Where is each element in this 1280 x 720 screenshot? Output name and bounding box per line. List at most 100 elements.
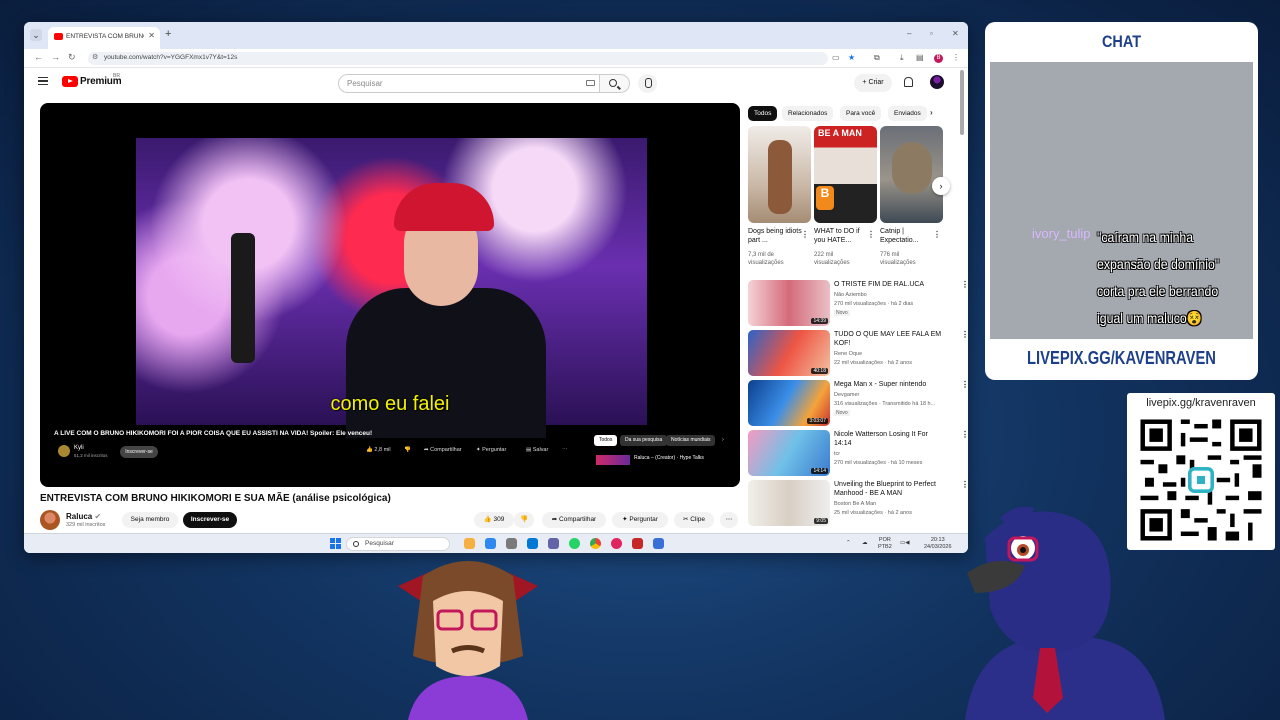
obs-icon[interactable] bbox=[611, 538, 622, 549]
account-avatar[interactable] bbox=[930, 75, 944, 89]
video-title[interactable]: O TRISTE FIM DE RAL.UCA bbox=[834, 280, 944, 289]
short-title[interactable]: Catnip | Expectatio... bbox=[880, 227, 935, 245]
overlay-next-icon[interactable]: › bbox=[722, 437, 724, 443]
voice-search-icon[interactable] bbox=[638, 74, 657, 93]
short-title[interactable]: Dogs being idiots part ... bbox=[748, 227, 803, 245]
video-thumbnail[interactable]: 9:05 bbox=[748, 480, 830, 526]
chip-all[interactable]: Todos bbox=[748, 106, 778, 121]
download-icon[interactable]: ⤓ bbox=[900, 53, 904, 63]
overlay-channel-avatar[interactable] bbox=[58, 445, 70, 457]
url-field[interactable]: ⚙ youtube.com/watch?v=YGGFXmx1v7Y&t=12s bbox=[88, 52, 828, 65]
keyboard-icon[interactable] bbox=[586, 80, 595, 86]
related-video[interactable]: 40:18 TUDO O QUE MAY LEE FALA EM KOF! Re… bbox=[748, 330, 968, 376]
chrome-icon[interactable] bbox=[590, 538, 601, 549]
subscribe-button[interactable]: Inscrever-se bbox=[183, 512, 237, 528]
video-menu-icon[interactable]: ⋮ bbox=[961, 430, 968, 439]
overlay-ask-button[interactable]: ✦ Perguntar bbox=[476, 447, 506, 453]
video-title[interactable]: Mega Man x - Super nintendo bbox=[834, 380, 944, 389]
guide-menu-icon[interactable] bbox=[38, 77, 48, 85]
video-channel[interactable]: Não Aziembo bbox=[834, 292, 867, 298]
clip-button[interactable]: ✂ Clipe bbox=[674, 512, 714, 528]
overlay-related-thumbnail[interactable] bbox=[596, 455, 630, 465]
close-window-icon[interactable]: ✕ bbox=[952, 29, 959, 38]
browser-menu-icon[interactable]: ⋮ bbox=[952, 53, 960, 62]
video-menu-icon[interactable]: ⋮ bbox=[961, 380, 968, 389]
related-video[interactable]: 3:03:07 Mega Man x - Super nintendo Devg… bbox=[748, 380, 968, 426]
short-thumbnail[interactable] bbox=[880, 126, 943, 223]
chip-related[interactable]: Relacionados bbox=[782, 106, 834, 121]
related-video[interactable]: 14:39 O TRISTE FIM DE RAL.UCA Não Aziemb… bbox=[748, 280, 968, 326]
search-input[interactable]: Pesquisar bbox=[338, 74, 600, 93]
video-thumbnail[interactable]: 14:14 bbox=[748, 430, 830, 476]
video-channel[interactable]: Devgamer bbox=[834, 392, 859, 398]
overlay-share-button[interactable]: ➦ Compartilhar bbox=[424, 447, 462, 453]
tab-search-icon[interactable]: ⌄ bbox=[30, 29, 42, 41]
extensions-icon[interactable]: ⧉ bbox=[874, 53, 880, 63]
more-actions-icon[interactable]: ⋯ bbox=[720, 512, 738, 528]
sidebar-icon[interactable]: ▤ bbox=[916, 53, 924, 62]
youtube-logo-icon[interactable] bbox=[62, 76, 78, 87]
video-channel[interactable]: Boston Be A Man bbox=[834, 501, 876, 507]
overlay-dislike-icon[interactable]: 👎 bbox=[404, 447, 411, 453]
short-menu-icon[interactable]: ⋮ bbox=[933, 230, 941, 239]
overlay-channel[interactable]: Kyli bbox=[74, 445, 84, 451]
app-icon[interactable] bbox=[632, 538, 643, 549]
cast-icon[interactable]: ▭ bbox=[832, 53, 840, 62]
video-channel[interactable]: tcr bbox=[834, 451, 840, 457]
video-title[interactable]: TUDO O QUE MAY LEE FALA EM KOF! bbox=[834, 330, 944, 348]
browser-tab[interactable]: ENTREVISTA COM BRUNO HIKI... ✕ bbox=[48, 27, 160, 49]
video-title[interactable]: Unveiling the Blueprint to Perfect Manho… bbox=[834, 480, 944, 498]
network-icon[interactable]: ☁ bbox=[862, 540, 868, 547]
create-button[interactable]: + Criar bbox=[854, 74, 892, 92]
tray-chevron-icon[interactable]: ⌃ bbox=[846, 540, 851, 547]
video-thumbnail[interactable]: 40:18 bbox=[748, 330, 830, 376]
search-button[interactable] bbox=[600, 74, 630, 93]
overlay-chip[interactable]: Da sua pesquisa bbox=[620, 435, 668, 446]
short-title[interactable]: WHAT to DO if you HATE... bbox=[814, 227, 869, 245]
video-menu-icon[interactable]: ⋮ bbox=[961, 330, 968, 339]
overlay-more-icon[interactable]: ⋯ bbox=[562, 447, 568, 453]
channel-name[interactable]: Raluca ✔ bbox=[66, 512, 101, 521]
overlay-like-button[interactable]: 👍 2,8 mil bbox=[366, 447, 391, 453]
short-menu-icon[interactable]: ⋮ bbox=[867, 230, 875, 239]
video-channel[interactable]: Rene Oque bbox=[834, 351, 862, 357]
bookmark-star-icon[interactable]: ★ bbox=[848, 53, 855, 62]
discord-icon[interactable] bbox=[548, 538, 559, 549]
whatsapp-icon[interactable] bbox=[569, 538, 580, 549]
video-title[interactable]: Nicole Watterson Losing It For 14:14 bbox=[834, 430, 944, 448]
ask-button[interactable]: ✦ Perguntar bbox=[612, 512, 668, 528]
reload-icon[interactable]: ↻ bbox=[68, 52, 76, 63]
related-video[interactable]: 9:05 Unveiling the Blueprint to Perfect … bbox=[748, 480, 968, 526]
video-thumbnail[interactable]: 14:39 bbox=[748, 280, 830, 326]
app-icon[interactable] bbox=[653, 538, 664, 549]
overlay-subscribe-button[interactable]: Inscrever-se bbox=[120, 446, 158, 458]
join-button[interactable]: Seja membro bbox=[122, 512, 178, 528]
keyboard-language[interactable]: POR PTB2 bbox=[878, 537, 892, 551]
windows-start-icon[interactable] bbox=[330, 538, 341, 549]
share-button[interactable]: ➦ Compartilhar bbox=[542, 512, 606, 528]
volume-icon[interactable]: ▭◀ bbox=[900, 540, 909, 547]
maximize-icon[interactable]: ▫ bbox=[930, 29, 933, 38]
tab-close-icon[interactable]: ✕ bbox=[148, 31, 155, 40]
video-player[interactable]: como eu falei A LIVE COM O BRUNO HIKIKOM… bbox=[40, 103, 740, 487]
notifications-icon[interactable] bbox=[904, 77, 913, 87]
page-scrollbar[interactable] bbox=[960, 70, 964, 135]
overlay-related-title[interactable]: Raluca – (Creator) · Hype Talks bbox=[634, 455, 704, 461]
chip-for-you[interactable]: Para você bbox=[840, 106, 882, 121]
minimize-icon[interactable]: – bbox=[907, 29, 911, 38]
video-menu-icon[interactable]: ⋮ bbox=[961, 280, 968, 289]
new-tab-icon[interactable]: + bbox=[165, 28, 171, 40]
video-thumbnail[interactable]: 3:03:07 bbox=[748, 380, 830, 426]
overlay-save-button[interactable]: ▤ Salvar bbox=[526, 447, 548, 453]
profile-avatar[interactable]: B bbox=[934, 54, 943, 63]
overlay-title[interactable]: A LIVE COM O BRUNO HIKIKOMORI FOI A PIOR… bbox=[54, 430, 372, 437]
overlay-chip[interactable]: Notícias mundiais bbox=[666, 435, 716, 446]
short-menu-icon[interactable]: ⋮ bbox=[801, 230, 809, 239]
dislike-button[interactable]: 👎 bbox=[514, 512, 534, 528]
video-menu-icon[interactable]: ⋮ bbox=[961, 480, 968, 489]
short-thumbnail[interactable] bbox=[748, 126, 811, 223]
chip-next-icon[interactable]: › bbox=[930, 108, 933, 117]
chip-uploaded[interactable]: Enviados bbox=[888, 106, 927, 121]
related-video[interactable]: 14:14 Nicole Watterson Losing It For 14:… bbox=[748, 430, 968, 476]
back-icon[interactable]: ← bbox=[34, 52, 43, 62]
